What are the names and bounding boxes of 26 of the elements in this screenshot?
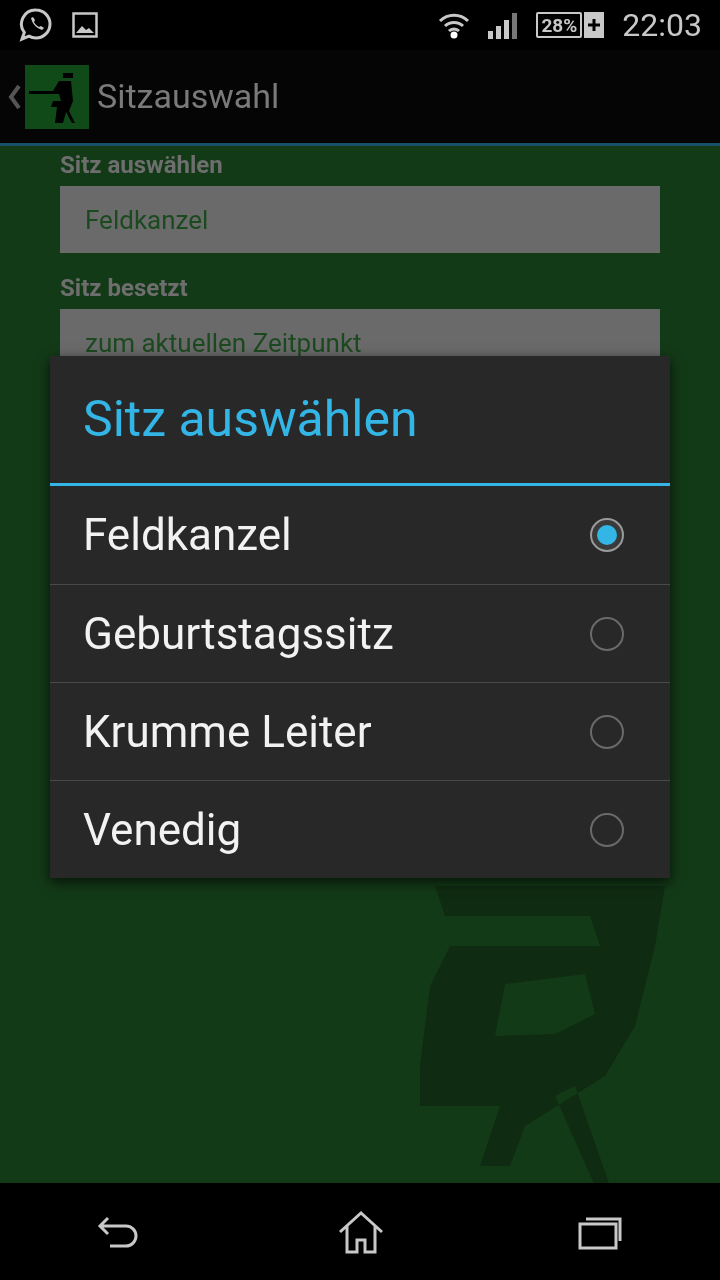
field-label: Sitz besetzt xyxy=(60,273,189,303)
radio-button[interactable] xyxy=(590,616,624,651)
screen-title: Sitzauswahl xyxy=(97,75,280,118)
option-row[interactable]: Geburtstagssitz xyxy=(50,584,670,682)
option-label: Geburtstagssitz xyxy=(83,606,394,662)
option-label: Feldkanzel xyxy=(83,508,292,563)
option-label: Venedig xyxy=(83,802,242,858)
option-row[interactable]: Krumme Leiter xyxy=(50,682,670,780)
chat-bubble-icon xyxy=(18,7,54,43)
clock: 22:03 xyxy=(622,5,702,46)
app-icon[interactable] xyxy=(25,64,89,129)
home-icon[interactable] xyxy=(337,1209,385,1254)
radio-button[interactable] xyxy=(590,518,624,552)
option-label: Krumme Leiter xyxy=(83,704,372,760)
radio-button[interactable] xyxy=(590,812,624,847)
dialog-title: Sitz auswählen xyxy=(83,389,418,450)
option-row[interactable]: Venedig xyxy=(50,780,670,878)
option-row[interactable]: Feldkanzel xyxy=(50,486,670,584)
field-label: Sitz auswählen xyxy=(60,150,224,180)
battery-indicator: 28% xyxy=(536,12,583,38)
signal-icon xyxy=(488,11,519,39)
charging-icon xyxy=(584,12,605,38)
image-icon xyxy=(72,12,98,38)
chevron-icon[interactable] xyxy=(8,83,22,110)
radio-button[interactable] xyxy=(590,714,624,749)
wifi-icon xyxy=(438,11,471,39)
